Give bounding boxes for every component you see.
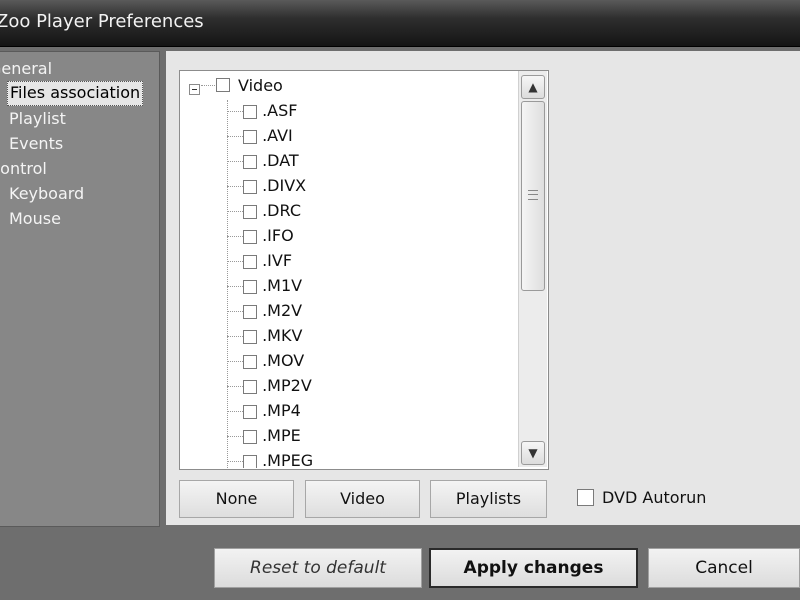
tree-item-checkbox[interactable] — [243, 279, 257, 294]
sidebar-item-files-association[interactable]: Files association — [7, 81, 144, 106]
tree-item[interactable]: .ASF — [227, 98, 297, 123]
tree-item[interactable]: .DAT — [227, 148, 299, 173]
tree-item-checkbox[interactable] — [243, 329, 257, 344]
tree-item-checkbox[interactable] — [243, 229, 257, 244]
sidebar-item-mouse[interactable]: Mouse — [9, 207, 61, 230]
tree-scrollbar[interactable]: ▲ ▼ — [518, 71, 547, 467]
dvd-autorun-label: DVD Autorun — [602, 488, 707, 507]
tree-item[interactable]: .MOV — [227, 348, 304, 373]
reset-to-default-button[interactable]: Reset to default — [214, 548, 422, 588]
tree-item-label: .DIVX — [262, 176, 307, 195]
apply-changes-button[interactable]: Apply changes — [429, 548, 638, 588]
dvd-autorun-checkbox[interactable] — [577, 489, 594, 506]
sidebar-item-general[interactable]: General — [0, 57, 52, 80]
tree-item[interactable]: .MKV — [227, 323, 302, 348]
sidebar-item-playlist[interactable]: Playlist — [9, 107, 66, 130]
sidebar-item-keyboard[interactable]: Keyboard — [9, 182, 84, 205]
tree-item-label: .DRC — [262, 201, 301, 220]
tree-item-checkbox[interactable] — [243, 204, 257, 219]
select-playlists-button[interactable]: Playlists — [430, 480, 547, 518]
tree-item[interactable]: .MPE — [227, 423, 301, 448]
tree-item-checkbox[interactable] — [243, 154, 257, 169]
tree-item[interactable]: .MP2V — [227, 373, 312, 398]
tree-item-checkbox[interactable] — [243, 129, 257, 144]
tree-item-label: .MP2V — [262, 376, 312, 395]
tree-item-checkbox[interactable] — [243, 104, 257, 119]
scrollbar-thumb[interactable] — [521, 101, 545, 291]
tree-item-label: .ASF — [262, 101, 298, 120]
tree-item-label: .AVI — [262, 126, 293, 145]
tree-item-label: .MP4 — [262, 401, 301, 420]
chevron-up-icon[interactable]: ▲ — [521, 75, 545, 99]
tree-item-label: .M1V — [262, 276, 303, 295]
tree-item-checkbox[interactable] — [243, 304, 257, 319]
select-none-button[interactable]: None — [179, 480, 294, 518]
sidebar-item-control[interactable]: Control — [0, 157, 47, 180]
tree-item[interactable]: .MPEG — [227, 448, 313, 468]
tree-item-label: .IFO — [262, 226, 294, 245]
tree-item-label: .MOV — [262, 351, 305, 370]
tree-item-checkbox[interactable] — [243, 254, 257, 269]
tree-item-label: .MPEG — [262, 451, 314, 468]
tree-item-label: .IVF — [262, 251, 293, 270]
sidebar-item-events[interactable]: Events — [9, 132, 63, 155]
tree-item-checkbox[interactable] — [243, 429, 257, 444]
tree-item[interactable]: .DIVX — [227, 173, 306, 198]
tree-child-rows: .ASF .AVI .DAT .DIVX .DRC .IFO .IVF .M1V… — [179, 70, 519, 468]
title-bar[interactable]: Zoo Player Preferences — [0, 0, 800, 47]
tree-item-label: .M2V — [262, 301, 303, 320]
tree-item[interactable]: .IFO — [227, 223, 294, 248]
select-video-button[interactable]: Video — [305, 480, 420, 518]
tree-item[interactable]: .DRC — [227, 198, 301, 223]
tree-item[interactable]: .IVF — [227, 248, 292, 273]
tree-item-checkbox[interactable] — [243, 354, 257, 369]
tree-item-checkbox[interactable] — [243, 379, 257, 394]
tree-item-label: .DAT — [262, 151, 299, 170]
tree-item[interactable]: .M2V — [227, 298, 302, 323]
tree-item[interactable]: .MP4 — [227, 398, 301, 423]
tree-item[interactable]: .M1V — [227, 273, 302, 298]
tree-item-checkbox[interactable] — [243, 179, 257, 194]
window-title: Zoo Player Preferences — [0, 11, 204, 32]
sidebar: General Files association Playlist Event… — [0, 51, 160, 527]
grip-icon — [528, 190, 538, 200]
tree-item[interactable]: .AVI — [227, 123, 293, 148]
tree-item-label: .MPE — [262, 426, 301, 445]
chevron-down-icon[interactable]: ▼ — [521, 441, 545, 465]
cancel-button[interactable]: Cancel — [648, 548, 800, 588]
tree-item-checkbox[interactable] — [243, 404, 257, 419]
tree-item-label: .MKV — [262, 326, 303, 345]
tree-item-checkbox[interactable] — [243, 454, 257, 468]
